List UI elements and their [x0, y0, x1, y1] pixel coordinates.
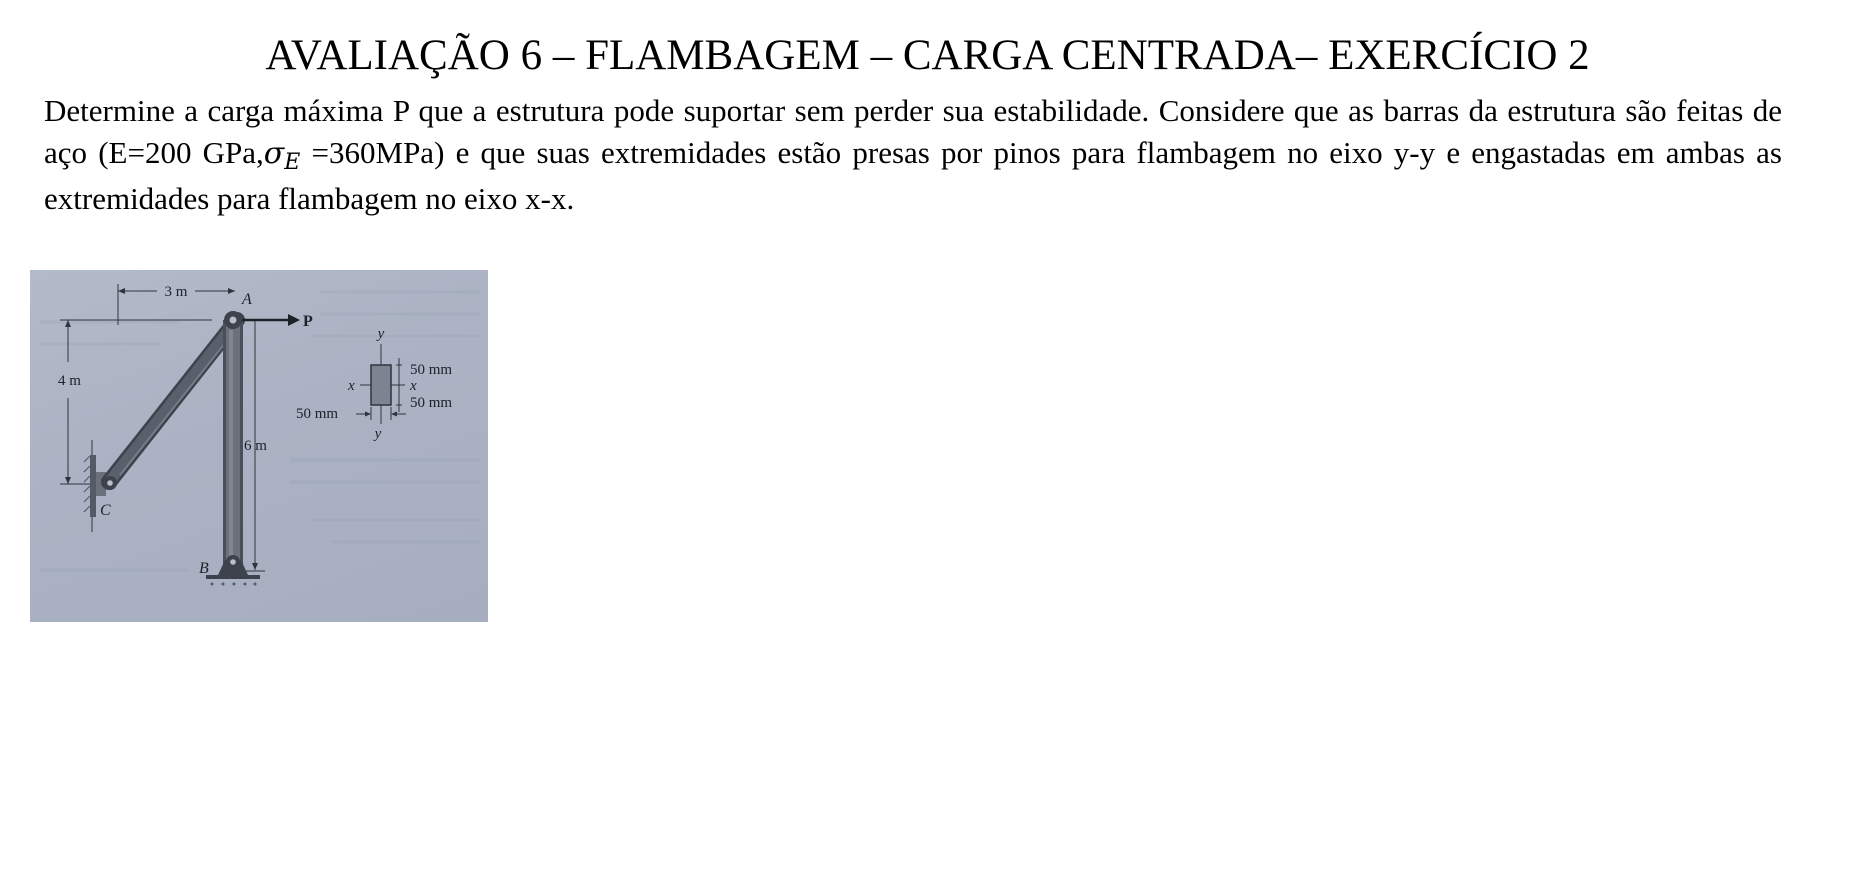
- structure-diagram: 3 m 4 m 6 m P A C B y y x x 50 mm 50 mm …: [40, 284, 480, 586]
- axis-x-right-label: x: [409, 378, 417, 394]
- point-c-label: C: [100, 502, 111, 519]
- axis-y-bottom-label: y: [373, 426, 382, 442]
- dim-3m-label: 3 m: [165, 284, 188, 300]
- section-rectangle: [370, 364, 392, 406]
- dim-50mm-top-label: 50 mm: [410, 362, 452, 378]
- cross-section: y y x x 50 mm 50 mm 50 mm: [296, 326, 452, 442]
- problem-statement: Determine a carga máxima P que a estrutu…: [44, 90, 1782, 220]
- dim-4m-label: 4 m: [58, 373, 81, 389]
- point-a-label: A: [241, 291, 252, 308]
- axis-x-left-label: x: [347, 378, 355, 394]
- structure-figure: 3 m 4 m 6 m P A C B y y x x 50 mm 50 mm …: [30, 270, 488, 622]
- dim-50mm-bottom-label: 50 mm: [410, 395, 452, 411]
- axis-y-top-label: y: [376, 326, 385, 342]
- sigma-symbol: σ: [263, 136, 285, 171]
- member-ab: [223, 320, 243, 566]
- page-title: AVALIAÇÃO 6 – FLAMBAGEM – CARGA CENTRADA…: [265, 32, 1590, 79]
- point-b-label: B: [199, 560, 209, 577]
- load-arrow-p: P: [242, 313, 313, 330]
- dim-6m-label: 6 m: [244, 438, 267, 454]
- dim-50mm-width-label: 50 mm: [296, 406, 338, 422]
- dimension-3m: 3 m: [117, 284, 235, 325]
- sigma-subscript: E: [284, 150, 301, 175]
- pin-support-b: [206, 555, 260, 586]
- load-p-label: P: [303, 313, 313, 330]
- problem-text-part2: =360MPa) e que suas extremidades estão p…: [44, 135, 1782, 216]
